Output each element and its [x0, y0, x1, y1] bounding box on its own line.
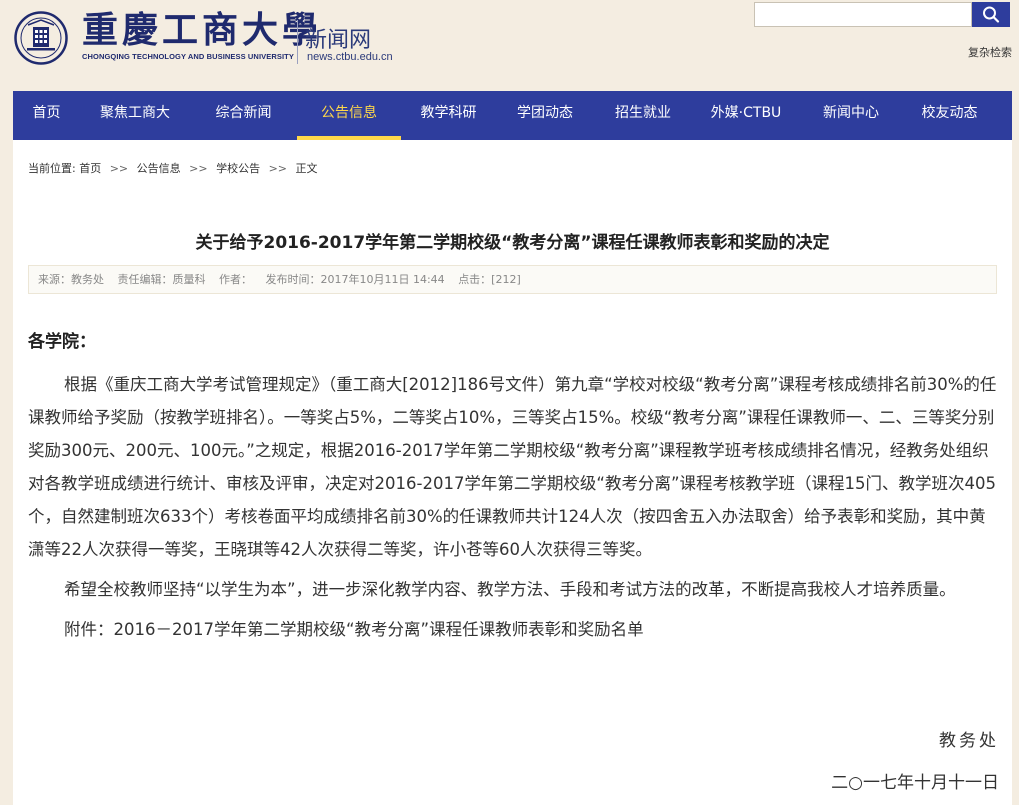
nav-item-foreign-media[interactable]: 外媒·CTBU: [692, 91, 800, 140]
signing-date: 二○一七年十月十一日: [831, 773, 999, 793]
attachment-line[interactable]: 附件：2016－2017学年第二学期校级“教考分离”课程任课教师表彰和奖励名单: [28, 613, 1000, 646]
nav-item-alumni[interactable]: 校友动态: [902, 91, 997, 140]
article-panel: 当前位置: 首页 >> 公告信息 >> 学校公告 >> 正文 关于给予2016-…: [13, 140, 1012, 805]
article-title: 关于给予2016-2017学年第二学期校级“教考分离”课程任课教师表彰和奖励的决…: [195, 233, 830, 253]
nav-item-home[interactable]: 首页: [13, 91, 80, 140]
site-header: 重慶工商大學 CHONGQING TECHNOLOGY AND BUSINESS…: [0, 0, 1019, 91]
site-name: 新闻网: [305, 28, 372, 53]
paragraph: 根据《重庆工商大学考试管理规定》（重工商大[2012]186号文件）第九章“学校…: [28, 375, 997, 559]
university-emblem-icon[interactable]: [14, 11, 68, 65]
logo-english-name: CHONGQING TECHNOLOGY AND BUSINESS UNIVER…: [82, 52, 294, 61]
search-button[interactable]: [972, 2, 1010, 27]
main-nav: 首页 聚焦工商大 综合新闻 公告信息 教学科研 学团动态 招生就业 外媒·CTB…: [13, 91, 1012, 140]
meta-source: 来源：教务处: [38, 273, 104, 286]
paragraph: 希望全校教师坚持“以学生为本”，进一步深化教学内容、教学方法、手段和考试方法的改…: [64, 580, 956, 599]
salutation: 各学院：: [28, 332, 96, 352]
nav-item-general-news[interactable]: 综合新闻: [190, 91, 297, 140]
breadcrumb-item-home[interactable]: 首页: [79, 162, 101, 175]
signer: 教务处: [939, 731, 999, 751]
breadcrumb-item-school-notices[interactable]: 学校公告: [216, 162, 260, 175]
meta-editor: 责任编辑：质量科: [117, 273, 206, 286]
meta-author: 作者：: [219, 273, 252, 286]
advanced-search-link[interactable]: 复杂检索: [968, 44, 1012, 60]
breadcrumb-separator: >>: [268, 162, 288, 175]
breadcrumb-prefix: 当前位置:: [28, 162, 76, 175]
nav-item-student-activities[interactable]: 学团动态: [496, 91, 594, 140]
search-icon: [983, 6, 1000, 23]
breadcrumb-item-announcements[interactable]: 公告信息: [137, 162, 181, 175]
nav-item-news-center[interactable]: 新闻中心: [800, 91, 902, 140]
meta-published: 发布时间：2017年10月11日 14:44: [265, 273, 445, 286]
logo-divider: [297, 20, 298, 64]
site-domain: news.ctbu.edu.cn: [307, 51, 393, 63]
breadcrumb-separator: >>: [189, 162, 208, 175]
breadcrumb: 当前位置: 首页 >> 公告信息 >> 学校公告 >> 正文: [28, 160, 318, 176]
nav-item-focus[interactable]: 聚焦工商大: [80, 91, 190, 140]
nav-item-admissions[interactable]: 招生就业: [594, 91, 692, 140]
breadcrumb-item-current: 正文: [295, 162, 318, 175]
article-meta: 来源：教务处 责任编辑：质量科 作者： 发布时间：2017年10月11日 14:…: [28, 265, 997, 294]
nav-item-announcements[interactable]: 公告信息: [297, 91, 401, 140]
logo-chinese-name[interactable]: 重慶工商大學: [82, 8, 322, 52]
breadcrumb-separator: >>: [109, 162, 129, 175]
article-body: 根据《重庆工商大学考试管理规定》（重工商大[2012]186号文件）第九章“学校…: [28, 368, 1000, 653]
meta-clicks: 点击：[212]: [458, 273, 521, 286]
search-input[interactable]: [754, 2, 972, 27]
nav-item-teaching-research[interactable]: 教学科研: [401, 91, 496, 140]
